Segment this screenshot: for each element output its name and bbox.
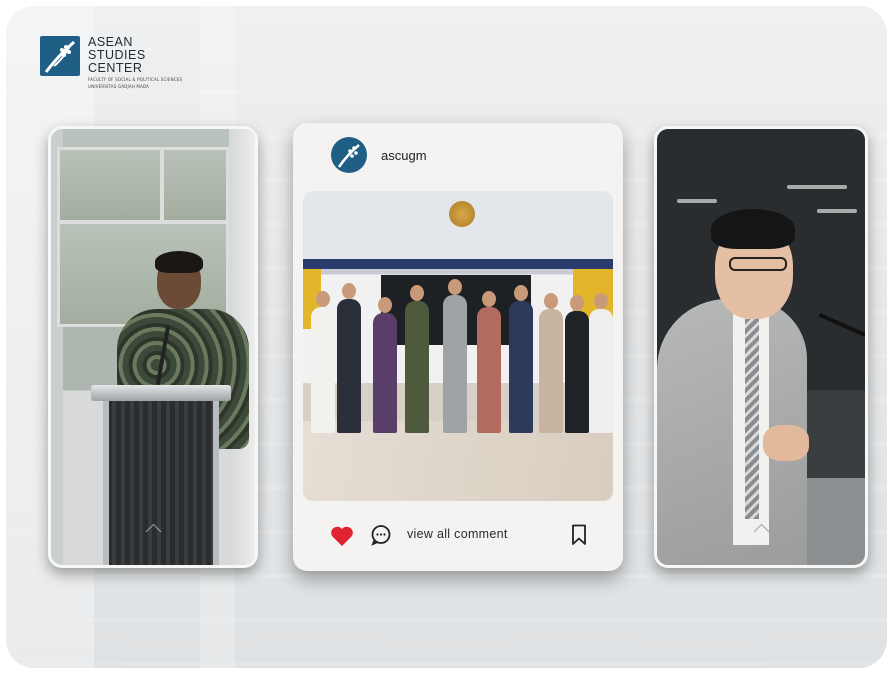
post-username[interactable]: ascugm [381, 148, 427, 163]
speaker-at-podium-photo [51, 129, 255, 565]
speaker-hair [711, 209, 795, 249]
social-post-card: ascugm view all comment [293, 123, 623, 571]
right-story-card[interactable] [654, 126, 868, 568]
asean-studies-center-logo: ASEAN STUDIES CENTER FACULTY OF SOCIAL &… [40, 36, 182, 89]
logo-subline-2: UNIVERSITAS GADJAH MADA [88, 84, 150, 89]
group-member [337, 283, 361, 433]
group-member [565, 295, 589, 433]
group-member [405, 285, 429, 433]
ceiling-light [817, 209, 857, 213]
comment-bubble-icon[interactable] [369, 523, 393, 547]
view-all-comment-link[interactable]: view all comment [407, 527, 508, 541]
left-story-card[interactable] [48, 126, 258, 568]
microphone [818, 312, 865, 337]
bookmark-icon[interactable] [569, 523, 589, 547]
smiling-speaker-photo [657, 129, 865, 565]
ceiling-light [787, 185, 847, 189]
speaker-clasped-hands [763, 425, 809, 461]
ceiling-band [303, 259, 613, 269]
group-member [509, 285, 533, 433]
group-photo[interactable] [303, 191, 613, 501]
group-member [539, 293, 563, 433]
group-member [443, 279, 467, 433]
speaker-hair [155, 251, 203, 273]
group-member [311, 291, 335, 433]
group-member [589, 293, 613, 433]
logo-subline-1: FACULTY OF SOCIAL & POLITICAL SCIENCES [88, 77, 183, 82]
podium-frame [103, 401, 219, 565]
speaker-glasses [729, 257, 787, 271]
window-pane [57, 147, 163, 223]
garuda-emblem [449, 201, 475, 227]
group-member [477, 291, 501, 433]
speaker-tie [745, 319, 759, 519]
post-header: ascugm [331, 137, 427, 173]
background-frame: ASEAN STUDIES CENTER FACULTY OF SOCIAL &… [6, 6, 887, 668]
logo-mark-icon [40, 36, 80, 76]
post-actions-bar: view all comment [293, 505, 623, 571]
heart-icon[interactable] [329, 523, 355, 549]
logo-line-3: CENTER [88, 61, 143, 75]
avatar[interactable] [331, 137, 367, 173]
podium-top [91, 385, 231, 401]
window-pane [161, 147, 229, 223]
ceiling-light [677, 199, 717, 203]
floor [303, 421, 613, 501]
group-member [373, 297, 397, 433]
